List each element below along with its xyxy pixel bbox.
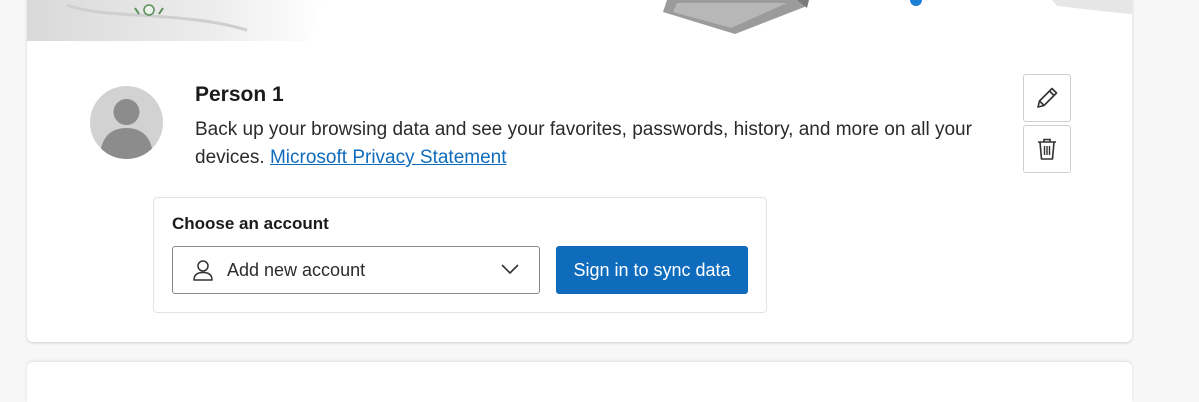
person-silhouette-icon xyxy=(100,99,153,159)
profile-name: Person 1 xyxy=(195,83,284,106)
choose-account-panel: Choose an account Add new account Sign i… xyxy=(153,197,767,313)
account-dropdown-value: Add new account xyxy=(227,260,366,280)
person-icon xyxy=(193,260,213,281)
profile-banner xyxy=(27,0,1132,41)
banner-illustration xyxy=(27,0,1132,41)
privacy-statement-link[interactable]: Microsoft Privacy Statement xyxy=(270,147,507,168)
trash-icon xyxy=(1038,138,1056,160)
delete-profile-button[interactable] xyxy=(1023,125,1071,173)
choose-account-title: Choose an account xyxy=(172,214,329,233)
next-settings-card xyxy=(27,362,1132,402)
chevron-down-icon xyxy=(501,264,519,275)
avatar xyxy=(90,86,163,159)
sign-in-sync-button[interactable]: Sign in to sync data xyxy=(556,246,748,294)
pencil-icon xyxy=(1037,87,1058,108)
profile-card: Person 1 Back up your browsing data and … xyxy=(27,0,1132,342)
profile-description: Back up your browsing data and see your … xyxy=(195,116,995,172)
account-dropdown[interactable]: Add new account xyxy=(172,246,540,294)
edit-profile-button[interactable] xyxy=(1023,74,1071,122)
